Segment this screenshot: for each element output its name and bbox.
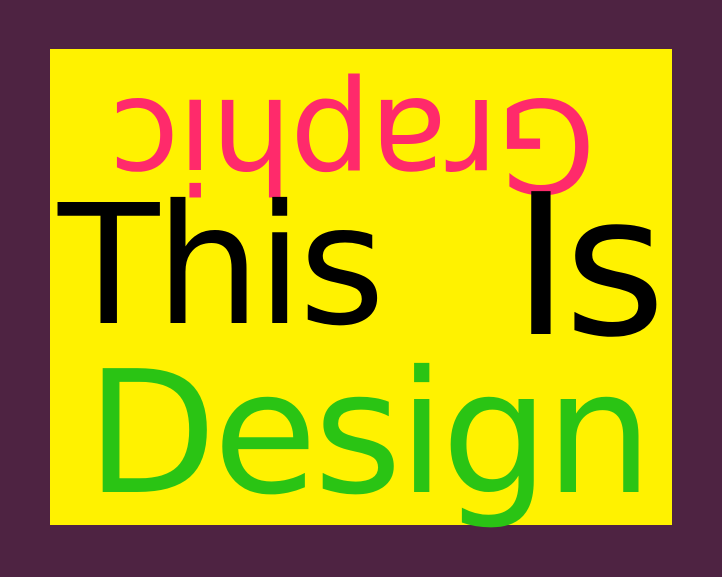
word-design: Design — [86, 335, 653, 533]
yellow-panel: Graphic This Is Design — [50, 49, 672, 525]
word-this: This — [58, 170, 385, 363]
